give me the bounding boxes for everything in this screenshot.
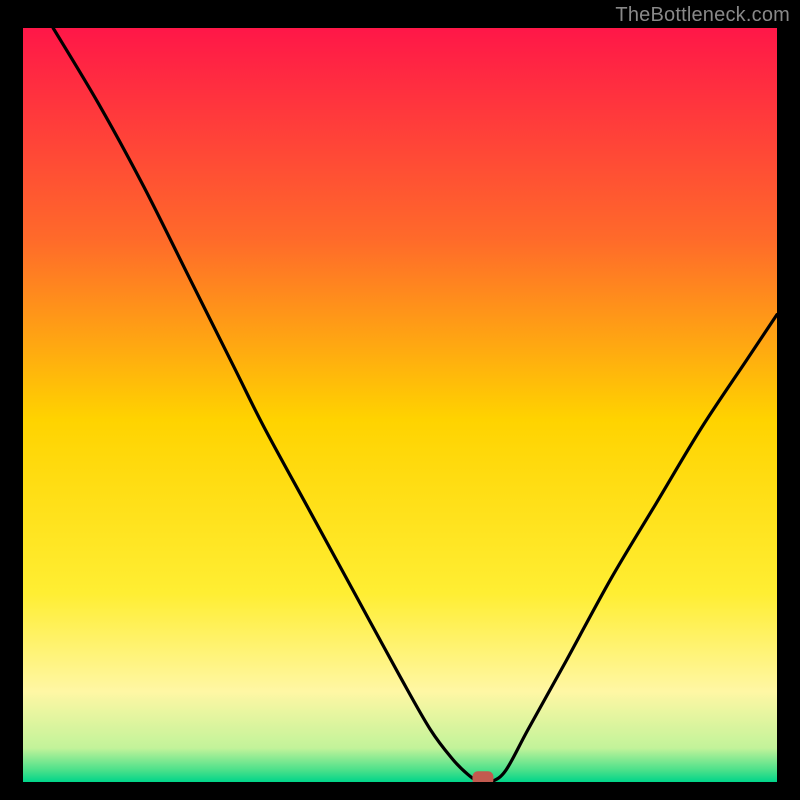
minimum-marker bbox=[473, 772, 493, 782]
chart-frame: TheBottleneck.com bbox=[0, 0, 800, 800]
gradient-background bbox=[23, 28, 777, 782]
chart-svg bbox=[23, 28, 777, 782]
plot-area bbox=[23, 28, 777, 782]
watermark-text: TheBottleneck.com bbox=[615, 4, 790, 27]
